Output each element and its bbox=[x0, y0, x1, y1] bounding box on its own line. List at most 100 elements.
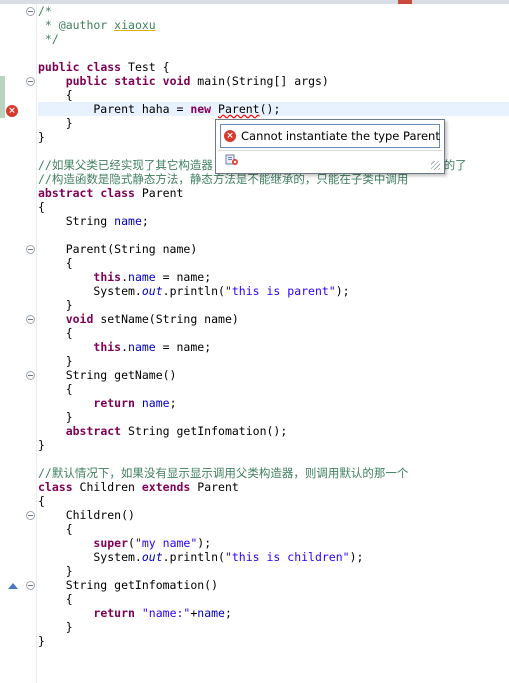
code-line[interactable]: /* bbox=[38, 4, 52, 18]
code-token: new bbox=[190, 102, 212, 116]
code-line[interactable]: } bbox=[38, 634, 45, 648]
code-editor[interactable]: /* * @author xiaoxu */ public class Test … bbox=[38, 4, 509, 683]
code-token: (); bbox=[259, 102, 281, 116]
code-token: ; bbox=[141, 214, 149, 228]
code-line[interactable]: super("my name"); bbox=[38, 536, 211, 550]
code-token: ); bbox=[197, 536, 212, 550]
code-line[interactable]: } bbox=[38, 564, 73, 578]
code-token: abstract bbox=[65, 424, 122, 438]
collapse-icon[interactable] bbox=[26, 371, 35, 380]
code-token: ; bbox=[224, 606, 232, 620]
code-line[interactable]: } bbox=[38, 620, 73, 634]
code-token: String getInfomation(); bbox=[121, 424, 288, 438]
code-line[interactable]: { bbox=[38, 256, 73, 270]
code-line[interactable]: String getInfomation() bbox=[38, 578, 218, 592]
code-line[interactable]: //默认情况下，如果没有显示显示调用父类构造器，则调用默认的那一个 bbox=[38, 466, 408, 480]
collapse-icon[interactable] bbox=[26, 511, 35, 520]
code-line[interactable]: Parent(String name) bbox=[38, 242, 198, 256]
code-line[interactable]: { bbox=[38, 522, 73, 536]
popup-separator bbox=[218, 150, 442, 151]
code-token: ( bbox=[128, 536, 135, 550]
code-line[interactable]: //构造函数是隐式静态方法，静态方法是不能继承的，只能在子类中调用 bbox=[38, 172, 408, 186]
code-token: } bbox=[38, 354, 73, 368]
code-token: Children() bbox=[38, 508, 135, 522]
code-line[interactable]: public static void main(String[] args) bbox=[38, 74, 329, 88]
code-token: "my name" bbox=[134, 536, 198, 550]
code-token: name bbox=[128, 340, 156, 354]
code-line[interactable]: void setName(String name) bbox=[38, 312, 239, 326]
code-line[interactable]: } bbox=[38, 410, 73, 424]
error-message-row[interactable]: × Cannot instantiate the type Parent bbox=[220, 124, 440, 148]
code-line[interactable]: String name; bbox=[38, 214, 149, 228]
code-token: Parent bbox=[190, 480, 239, 494]
collapse-icon[interactable] bbox=[26, 77, 35, 86]
code-line[interactable]: { bbox=[38, 200, 45, 214]
code-line[interactable]: */ bbox=[38, 32, 59, 46]
code-token: } bbox=[38, 410, 73, 424]
code-token: this bbox=[93, 270, 122, 284]
code-token: = name; bbox=[155, 340, 212, 354]
code-line[interactable]: this.name = name; bbox=[38, 340, 211, 354]
code-token: { bbox=[38, 326, 73, 340]
code-line[interactable]: System.out.println("this is children"); bbox=[38, 550, 363, 564]
code-line[interactable]: return "name:"+name; bbox=[38, 606, 232, 620]
code-token: } bbox=[38, 438, 45, 452]
code-token: class bbox=[86, 60, 122, 74]
code-token: class bbox=[100, 186, 135, 200]
code-line[interactable]: abstract class Parent bbox=[38, 186, 183, 200]
code-line[interactable]: abstract String getInfomation(); bbox=[38, 424, 288, 438]
code-token: { bbox=[38, 494, 45, 508]
code-token: System. bbox=[38, 550, 142, 564]
code-token: String getInfomation() bbox=[38, 578, 219, 592]
code-token: .println( bbox=[162, 550, 225, 564]
code-line[interactable]: * @author xiaoxu bbox=[38, 18, 156, 32]
code-line[interactable]: String getName() bbox=[38, 368, 177, 382]
code-line[interactable]: this.name = name; bbox=[38, 270, 211, 284]
code-line[interactable]: class Children extends Parent bbox=[38, 480, 239, 494]
code-line[interactable]: public class Test { bbox=[38, 60, 170, 74]
quick-fix-icon[interactable] bbox=[225, 154, 239, 166]
code-token: } bbox=[38, 130, 45, 144]
code-token: } bbox=[38, 116, 73, 130]
code-token: * @author bbox=[38, 18, 115, 32]
code-line[interactable]: return name; bbox=[38, 396, 176, 410]
code-line[interactable]: { bbox=[38, 326, 73, 340]
code-line[interactable]: { bbox=[38, 494, 45, 508]
code-line[interactable]: System.out.println("this is parent"); bbox=[38, 284, 350, 298]
code-line[interactable]: { bbox=[38, 88, 73, 102]
code-line[interactable]: } bbox=[38, 116, 73, 130]
error-icon[interactable]: × bbox=[6, 105, 18, 117]
code-line[interactable]: } bbox=[38, 298, 73, 312]
collapse-icon[interactable] bbox=[26, 7, 35, 16]
code-token: ); bbox=[349, 550, 364, 564]
code-line[interactable]: Parent haha = new Parent(); bbox=[38, 102, 509, 116]
code-line[interactable]: { bbox=[38, 592, 73, 606]
code-line[interactable]: } bbox=[38, 438, 45, 452]
code-token: String getName() bbox=[38, 368, 177, 382]
code-token: Test { bbox=[121, 60, 170, 74]
collapse-icon[interactable] bbox=[26, 315, 35, 324]
code-token: System. bbox=[38, 284, 142, 298]
collapse-icon[interactable] bbox=[26, 245, 35, 254]
override-triangle-icon[interactable] bbox=[8, 583, 18, 589]
code-line[interactable]: { bbox=[38, 382, 73, 396]
code-token: "name:" bbox=[141, 606, 191, 620]
code-token: //构造函数是隐式静态方法，静态方法是不能继承的，只能在子类中调用 bbox=[38, 172, 409, 186]
code-token: name bbox=[197, 606, 225, 620]
code-line[interactable]: } bbox=[38, 130, 45, 144]
code-token: String bbox=[38, 214, 115, 228]
collapse-icon[interactable] bbox=[26, 581, 35, 590]
code-line[interactable]: } bbox=[38, 354, 73, 368]
resize-grip[interactable] bbox=[431, 161, 440, 170]
code-token: ); bbox=[335, 284, 350, 298]
change-marker bbox=[0, 76, 5, 118]
code-token: /* bbox=[38, 4, 52, 18]
code-token: */ bbox=[38, 32, 59, 46]
code-line[interactable]: Children() bbox=[38, 508, 135, 522]
error-message-text: Cannot instantiate the type Parent bbox=[241, 129, 440, 143]
